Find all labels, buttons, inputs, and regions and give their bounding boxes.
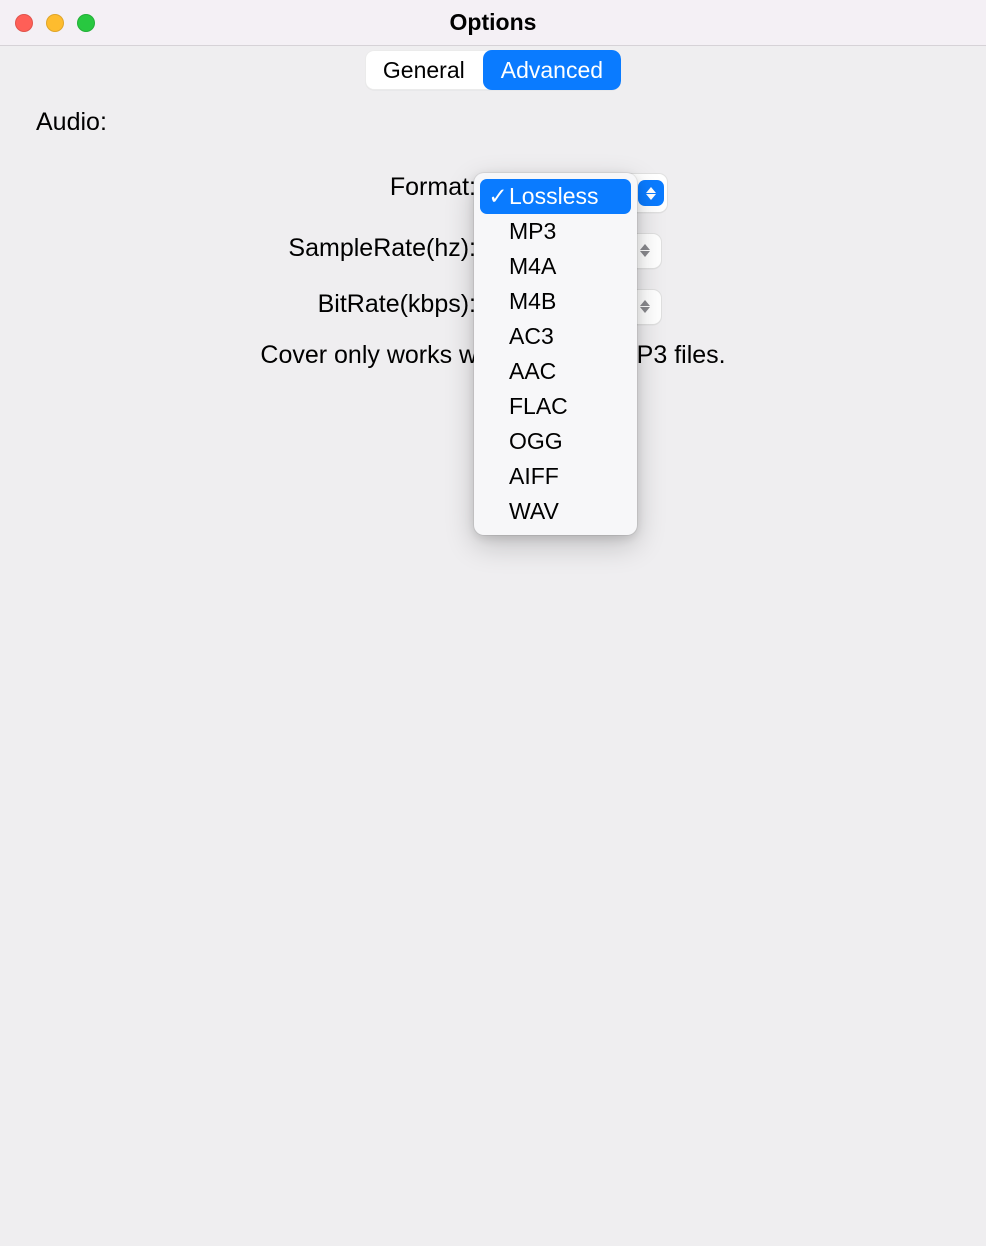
format-option-aiff[interactable]: ✓ AIFF xyxy=(480,459,631,494)
format-option-label: FLAC xyxy=(509,393,568,420)
format-option-m4a[interactable]: ✓ M4A xyxy=(480,249,631,284)
format-option-wav[interactable]: ✓ WAV xyxy=(480,494,631,529)
format-option-label: WAV xyxy=(509,498,559,525)
format-option-label: M4B xyxy=(509,288,556,315)
checkmark-icon: ✓ xyxy=(487,183,509,210)
tabs-segmented-control: General Advanced xyxy=(0,50,986,90)
samplerate-label: SampleRate(hz): xyxy=(0,234,484,263)
format-option-aac[interactable]: ✓ AAC xyxy=(480,354,631,389)
audio-section-label: Audio: xyxy=(0,108,986,137)
format-option-lossless[interactable]: ✓ Lossless xyxy=(480,179,631,214)
format-option-ogg[interactable]: ✓ OGG xyxy=(480,424,631,459)
format-option-flac[interactable]: ✓ FLAC xyxy=(480,389,631,424)
minimize-icon[interactable] xyxy=(46,14,64,32)
chevron-up-down-icon xyxy=(638,180,664,206)
window-title: Options xyxy=(450,9,537,36)
format-option-label: AIFF xyxy=(509,463,559,490)
format-option-label: AAC xyxy=(509,358,556,385)
content-area: Audio: Format: SampleRate(hz): BitRate(k… xyxy=(0,90,986,693)
bitrate-label: BitRate(kbps): xyxy=(0,290,484,319)
format-dropdown-menu[interactable]: ✓ Lossless ✓ MP3 ✓ M4A ✓ M4B ✓ AC3 ✓ AAC xyxy=(474,173,637,535)
format-option-label: AC3 xyxy=(509,323,554,350)
window-controls xyxy=(15,14,95,32)
format-option-ac3[interactable]: ✓ AC3 xyxy=(480,319,631,354)
audio-form: Format: SampleRate(hz): BitRate(kbps): xyxy=(0,173,986,693)
tab-general[interactable]: General xyxy=(365,50,483,90)
format-option-label: OGG xyxy=(509,428,563,455)
titlebar: Options xyxy=(0,0,986,46)
format-option-label: Lossless xyxy=(509,183,598,210)
tab-advanced[interactable]: Advanced xyxy=(483,50,621,90)
format-option-label: M4A xyxy=(509,253,556,280)
format-option-mp3[interactable]: ✓ MP3 xyxy=(480,214,631,249)
format-label: Format: xyxy=(0,173,484,202)
format-option-m4b[interactable]: ✓ M4B xyxy=(480,284,631,319)
zoom-icon[interactable] xyxy=(77,14,95,32)
close-icon[interactable] xyxy=(15,14,33,32)
cover-note-pre: Cover only works wi xyxy=(260,341,482,369)
format-option-label: MP3 xyxy=(509,218,556,245)
